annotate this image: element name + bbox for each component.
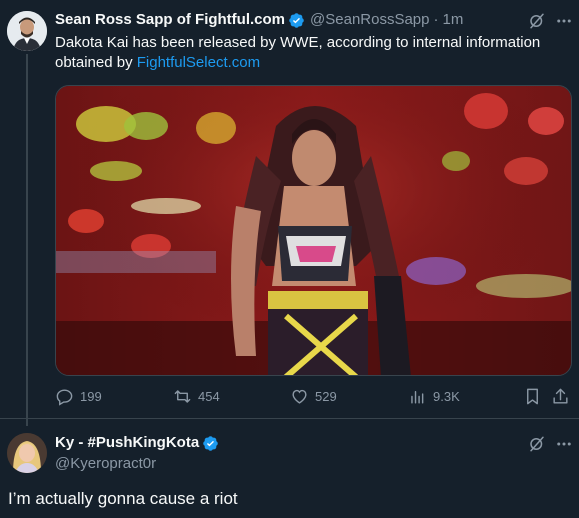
more-options-icon[interactable] <box>555 12 573 30</box>
reply-header: Ky - #PushKingKota <box>55 434 219 452</box>
verified-badge-icon <box>289 12 304 28</box>
reply-author-handle[interactable]: @Kyeropract0r <box>55 455 156 472</box>
timestamp[interactable]: 1m <box>443 11 464 29</box>
view-count: 9.3K <box>433 389 460 404</box>
heart-icon <box>292 389 307 404</box>
reply-avatar-image <box>7 433 47 473</box>
avatar[interactable] <box>7 11 47 51</box>
tweet-header: Sean Ross Sapp of Fightful.com @SeanRoss… <box>55 11 463 29</box>
avatar-image <box>7 11 47 51</box>
reply-count: 199 <box>80 389 102 404</box>
tweet-media-photo[interactable] <box>55 85 572 376</box>
tweet-body-text: Dakota Kai has been released by WWE, acc… <box>55 34 541 71</box>
fightful-select-link[interactable]: FightfulSelect.com <box>137 54 260 71</box>
reply-button[interactable]: 199 <box>55 387 102 406</box>
reply-more-options-icon[interactable] <box>555 435 573 453</box>
tweet-divider <box>0 418 579 419</box>
reply-author-name[interactable]: Ky - #PushKingKota <box>55 434 199 452</box>
reply-text: I’m actually gonna cause a riot <box>8 489 238 508</box>
author-name[interactable]: Sean Ross Sapp of Fightful.com <box>55 11 285 29</box>
share-button[interactable] <box>551 387 576 406</box>
analytics-icon <box>411 391 424 404</box>
reply-grok-icon[interactable] <box>528 435 546 453</box>
share-icon <box>553 388 568 404</box>
tweet-text: Dakota Kai has been released by WWE, acc… <box>55 33 565 73</box>
tweet-actions: 199 454 529 9.3K <box>55 387 572 411</box>
author-handle[interactable]: @SeanRossSapp <box>310 11 429 29</box>
repost-count: 454 <box>198 389 220 404</box>
like-button[interactable]: 529 <box>290 387 337 406</box>
bookmark-button[interactable] <box>523 387 548 406</box>
separator-dot: · <box>433 11 439 28</box>
like-count: 529 <box>315 389 337 404</box>
thread-connector-line <box>26 54 28 426</box>
reply-avatar[interactable] <box>7 433 47 473</box>
repost-button[interactable]: 454 <box>173 387 220 406</box>
verified-badge-icon <box>203 435 218 451</box>
reply-icon <box>56 389 73 406</box>
wrestler-photo-icon <box>56 86 571 375</box>
repost-icon <box>174 390 191 403</box>
views-button[interactable]: 9.3K <box>408 387 460 406</box>
bookmark-icon <box>527 388 538 405</box>
grok-icon[interactable] <box>528 12 546 30</box>
